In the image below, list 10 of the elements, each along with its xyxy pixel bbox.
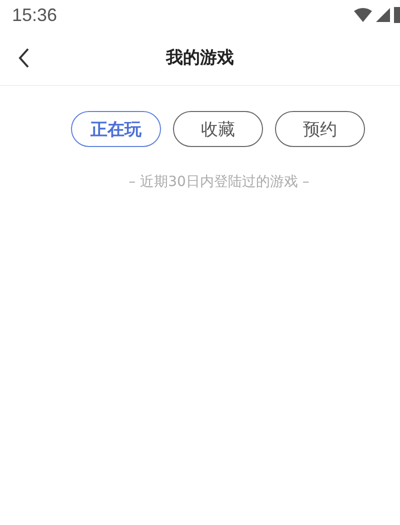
page-title: 我的游戏: [166, 47, 234, 69]
filter-tab[interactable]: 预约: [275, 111, 365, 147]
wifi-icon: [354, 8, 372, 22]
status-time: 15:36: [12, 4, 58, 26]
signal-icon: [376, 8, 390, 22]
back-icon: [18, 48, 30, 68]
filter-tab[interactable]: 收藏: [173, 111, 263, 147]
filter-tab[interactable]: 正在玩: [71, 111, 161, 147]
hint-text: – 近期30日内登陆过的游戏 –: [128, 173, 310, 191]
battery-icon: [394, 7, 400, 23]
